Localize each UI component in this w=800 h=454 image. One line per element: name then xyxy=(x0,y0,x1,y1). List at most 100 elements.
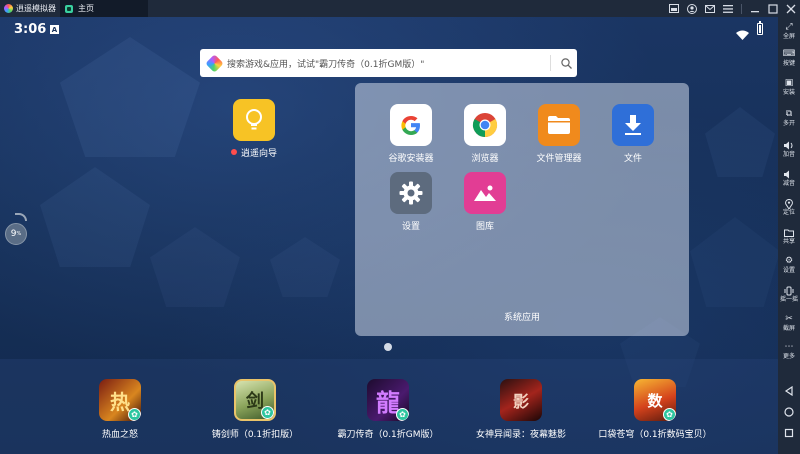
search-bar[interactable]: 搜索游戏&应用，试试"霸刀传奇（0.1折GM版）" xyxy=(200,49,577,77)
game-art: 影 xyxy=(512,392,529,411)
chrome-browser-icon xyxy=(464,104,506,146)
app-browser[interactable]: 浏览器 xyxy=(445,104,525,164)
home-icon[interactable] xyxy=(778,407,800,417)
search-icon[interactable] xyxy=(555,52,577,74)
app-dock: 热 ✿ 热血之怒 剑 ✿ 铸剑师（0.1折扣版） 龍 ✿ 霸刀传奇（0.1折GM… xyxy=(0,359,778,454)
location-pin-icon xyxy=(778,198,800,209)
volume-up-button[interactable]: 加音 xyxy=(778,140,800,158)
shake-icon xyxy=(778,285,800,296)
app-label: 文件 xyxy=(623,154,642,164)
maximize-icon[interactable] xyxy=(768,3,778,14)
menu-icon[interactable] xyxy=(723,4,733,14)
toolbar-label: 减音 xyxy=(782,180,795,187)
search-input[interactable]: 搜索游戏&应用，试试"霸刀传奇（0.1折GM版）" xyxy=(227,57,546,70)
dock-app-label: 口袋苍穹（0.1折数码宝贝） xyxy=(598,430,712,440)
google-installer-icon xyxy=(390,104,432,146)
app-file-manager[interactable]: 文件管理器 xyxy=(519,104,599,164)
minimize-icon[interactable] xyxy=(750,4,760,14)
status-clock: 3:06 xyxy=(14,22,47,37)
dock-app-zhujianshi[interactable]: 剑 ✿ 铸剑师（0.1折扣版） xyxy=(180,379,330,440)
home-tab-icon xyxy=(65,4,73,13)
search-logo-icon xyxy=(205,53,224,73)
dock-app-persona[interactable]: 影 女神异闻录：夜幕魅影 xyxy=(446,379,596,440)
share-folder-button[interactable]: 共享 xyxy=(778,227,800,245)
floating-percent-badge[interactable]: 9% xyxy=(5,223,27,245)
dock-app-label: 女神异闻录：夜幕魅影 xyxy=(475,430,566,440)
wallpaper-shape xyxy=(40,167,150,267)
koudai-game-icon: 数 ✿ xyxy=(634,379,676,421)
toolbar-label: 按键 xyxy=(782,60,795,67)
mail-icon[interactable] xyxy=(705,4,715,14)
shake-button[interactable]: 摇一摇 xyxy=(778,285,800,303)
toolbar-label: 全屏 xyxy=(782,33,795,40)
wallpaper-shape xyxy=(150,227,240,307)
toolbar-label: 多开 xyxy=(782,120,795,127)
location-button[interactable]: 定位 xyxy=(778,198,800,216)
accelerator-badge-icon: ✿ xyxy=(396,408,409,421)
toolbar-label: 设置 xyxy=(782,267,795,274)
app-files[interactable]: 文件 xyxy=(593,104,673,164)
badge-unit: % xyxy=(16,231,22,237)
badao-game-icon: 龍 ✿ xyxy=(367,379,409,421)
dock-app-rexue[interactable]: 热 ✿ 热血之怒 xyxy=(45,379,195,440)
toolbar-divider xyxy=(741,3,742,14)
app-gallery[interactable]: 图库 xyxy=(445,172,525,232)
dock-app-label: 铸剑师（0.1折扣版） xyxy=(211,430,299,440)
android-screen: 3:06 A 搜索游戏&应用，试试"霸刀传奇（0.1折GM版）" 逍遥向导 9% xyxy=(0,17,778,454)
wallpaper-shape xyxy=(690,217,778,307)
app-label: 谷歌安装器 xyxy=(388,154,434,164)
recents-icon[interactable] xyxy=(778,428,800,438)
wallpaper-shape xyxy=(705,107,775,177)
guide-app[interactable]: 逍遥向导 xyxy=(222,99,286,159)
tab-home[interactable]: 主页 xyxy=(60,0,148,17)
minimize-to-tray-icon[interactable] xyxy=(669,4,679,14)
wifi-icon xyxy=(736,25,749,44)
settings-gear-icon xyxy=(390,172,432,214)
app-settings[interactable]: 设置 xyxy=(371,172,451,232)
more-button[interactable]: ⋯ 更多 xyxy=(778,342,800,361)
notification-a-icon: A xyxy=(50,25,59,34)
dock-app-koudai[interactable]: 数 ✿ 口袋苍穹（0.1折数码宝贝） xyxy=(580,379,730,440)
keymap-button[interactable]: ⌨ 按键 xyxy=(778,49,800,68)
side-badge-arc xyxy=(15,213,27,221)
close-icon[interactable] xyxy=(786,4,796,14)
dock-app-badao[interactable]: 龍 ✿ 霸刀传奇（0.1折GM版） xyxy=(313,379,463,440)
app-label: 文件管理器 xyxy=(536,154,582,164)
app-title: 逍遥模拟器 xyxy=(0,0,60,17)
download-files-icon xyxy=(612,104,654,146)
app-label: 设置 xyxy=(401,222,420,232)
guide-app-label: 逍遥向导 xyxy=(222,146,286,159)
app-google-installer[interactable]: 谷歌安装器 xyxy=(371,104,451,164)
toolbar-label: 加音 xyxy=(782,151,795,158)
zhujianshi-game-icon: 剑 ✿ xyxy=(234,379,276,421)
wallpaper-shape xyxy=(60,37,200,157)
toolbar-label: 定位 xyxy=(782,209,795,216)
settings-button[interactable]: ⚙ 设置 xyxy=(778,256,800,275)
fullscreen-button[interactable]: ⤢ 全屏 xyxy=(778,22,800,41)
volume-down-button[interactable]: 减音 xyxy=(778,169,800,187)
page-indicator-dot[interactable] xyxy=(384,343,392,351)
app-label: 图库 xyxy=(475,222,494,232)
multi-instance-button[interactable]: ⧉ 多开 xyxy=(778,109,800,128)
file-manager-icon xyxy=(538,104,580,146)
dock-app-label: 热血之怒 xyxy=(101,430,138,440)
gallery-icon xyxy=(464,172,506,214)
folder-share-icon xyxy=(778,227,800,238)
install-apk-button[interactable]: ▣ 安装 xyxy=(778,78,800,97)
apk-icon: ▣ xyxy=(784,78,794,88)
guide-label-text: 逍遥向导 xyxy=(240,149,277,159)
keyboard-icon: ⌨ xyxy=(782,49,796,59)
multi-instance-icon: ⧉ xyxy=(785,109,793,119)
volume-down-icon xyxy=(778,169,800,180)
more-dots-icon: ⋯ xyxy=(784,342,794,352)
folder-title: 系统应用 xyxy=(503,313,540,323)
accelerator-badge-icon: ✿ xyxy=(663,408,676,421)
fullscreen-icon: ⤢ xyxy=(785,22,793,32)
app-label: 浏览器 xyxy=(471,154,499,164)
user-icon[interactable] xyxy=(687,3,697,14)
screenshot-button[interactable]: ✂ 截屏 xyxy=(778,314,800,333)
android-status-bar: 3:06 A xyxy=(0,17,778,43)
back-icon[interactable] xyxy=(778,386,800,396)
toolbar-label: 更多 xyxy=(782,353,795,360)
wallpaper-shape xyxy=(270,237,340,297)
